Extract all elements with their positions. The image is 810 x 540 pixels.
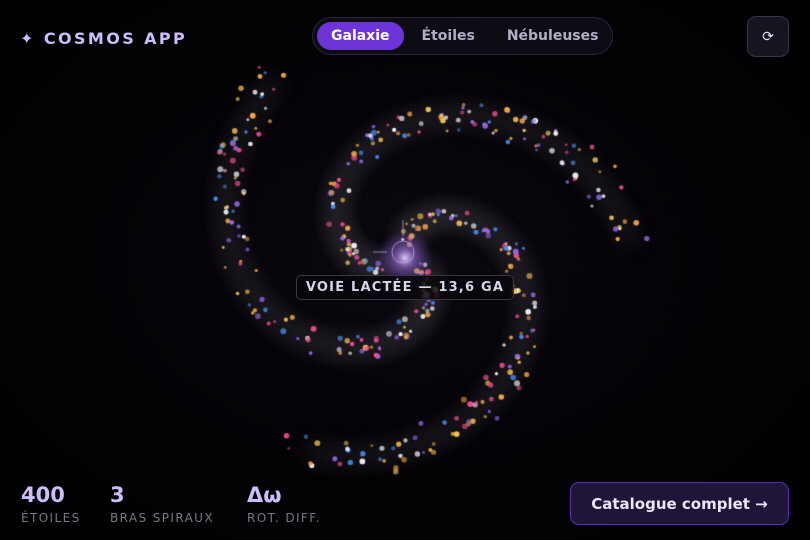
stat-arms: 3 BRAS SPIRAUX xyxy=(110,482,214,526)
sparkle-icon: ✦ xyxy=(20,28,36,48)
refresh-icon: ⟳ xyxy=(762,28,774,45)
tab-etoiles[interactable]: Étoiles xyxy=(408,22,489,50)
refresh-button[interactable]: ⟳ xyxy=(747,16,789,57)
stat-rotation-value: Δω xyxy=(247,483,282,507)
stat-stars-value: 400 xyxy=(21,483,65,507)
galaxy-label: VOIE LACTÉE — 13,6 GA xyxy=(296,275,514,300)
stat-stars: 400 ÉTOILES xyxy=(21,482,81,526)
brand: ✦ COSMOS APP xyxy=(20,26,187,50)
stat-arms-value: 3 xyxy=(110,483,125,507)
view-tabs: Galaxie Étoiles Nébuleuses xyxy=(312,17,613,55)
tab-nebuleuses[interactable]: Nébuleuses xyxy=(493,22,613,50)
catalogue-button[interactable]: Catalogue complet → xyxy=(570,482,789,525)
galaxy-canvas[interactable] xyxy=(0,0,810,540)
stat-rotation-label: ROT. DIFF. xyxy=(247,511,321,525)
stat-rotation: Δω ROT. DIFF. xyxy=(247,482,321,526)
app-window: ✦ COSMOS APP Galaxie Étoiles Nébuleuses … xyxy=(0,0,810,540)
brand-name: COSMOS APP xyxy=(43,28,188,48)
tab-galaxie[interactable]: Galaxie xyxy=(317,22,404,50)
stat-stars-label: ÉTOILES xyxy=(21,511,81,525)
stat-arms-label: BRAS SPIRAUX xyxy=(110,511,214,525)
